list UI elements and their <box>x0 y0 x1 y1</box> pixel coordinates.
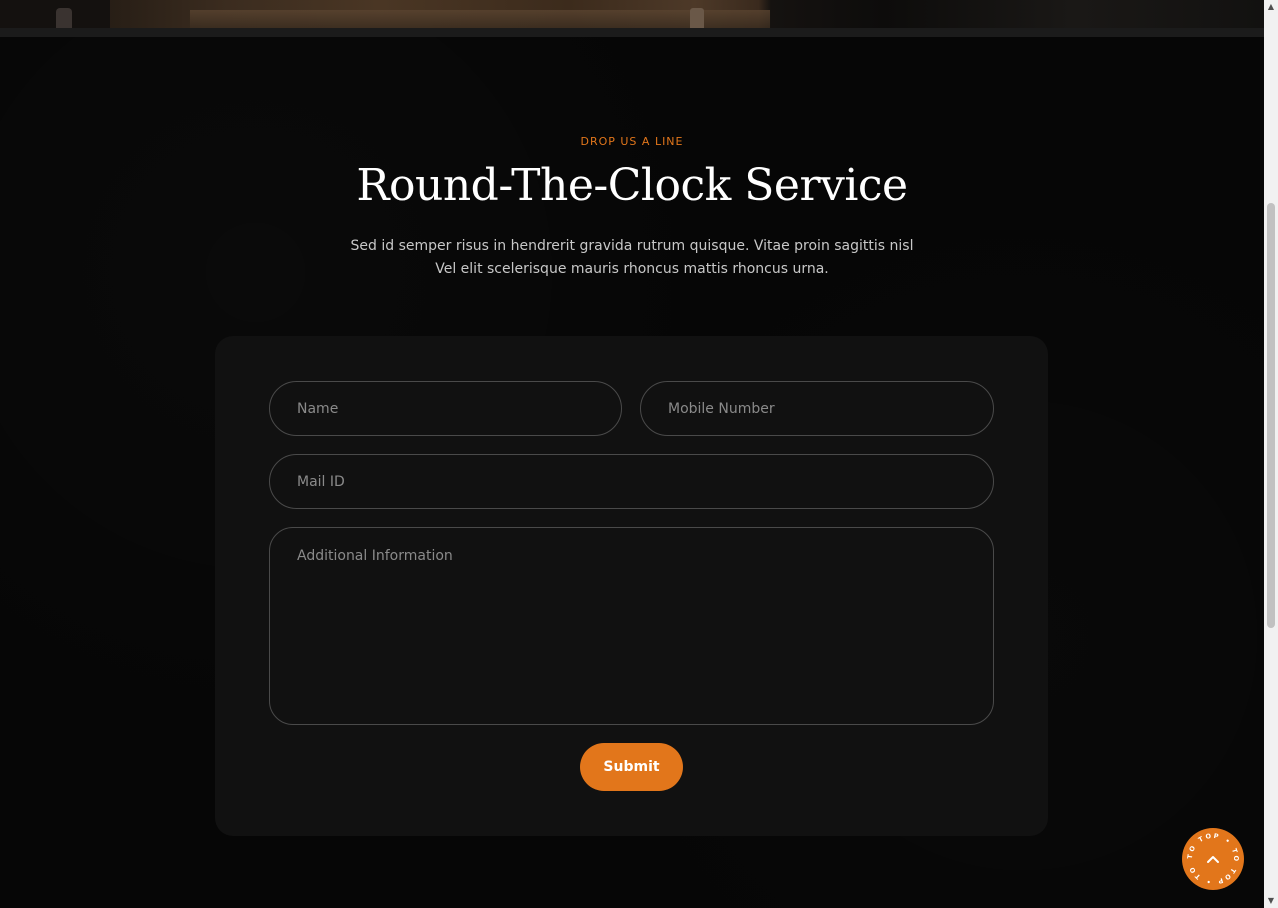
name-input[interactable] <box>269 381 622 436</box>
hero-image-strip <box>0 0 1264 28</box>
back-to-top-ring: TO TOP • TO TOP • TO TOP • <box>1182 828 1240 886</box>
section-divider <box>0 28 1264 37</box>
chevron-up-icon <box>1207 856 1219 863</box>
section-eyebrow: DROP US A LINE <box>580 135 684 148</box>
mobile-number-input[interactable] <box>640 381 994 436</box>
back-to-top-button[interactable]: TO TOP • TO TOP • TO TOP • <box>1182 828 1244 890</box>
scrollbar-thumb[interactable] <box>1267 203 1275 628</box>
back-to-top-ring-text: TO TOP • TO TOP • TO TOP • <box>1182 828 1238 886</box>
scroll-down-arrow-icon[interactable]: ▼ <box>1264 894 1278 908</box>
section-subtitle: Sed id semper risus in hendrerit gravida… <box>0 235 1264 281</box>
scroll-up-arrow-icon[interactable]: ▲ <box>1264 0 1278 14</box>
subtitle-line-1: Sed id semper risus in hendrerit gravida… <box>350 238 914 254</box>
additional-information-textarea[interactable] <box>269 527 994 725</box>
svg-text:TO TOP • TO TOP • TO TOP •: TO TOP • TO TOP • TO TOP • <box>1182 828 1240 886</box>
mail-id-input[interactable] <box>269 454 994 509</box>
submit-button[interactable]: Submit <box>580 743 683 791</box>
contact-form: Submit <box>215 336 1048 836</box>
page: DROP US A LINE Round-The-Clock Service S… <box>0 0 1278 908</box>
page-scrollbar[interactable]: ▲ ▼ <box>1264 0 1278 908</box>
section-title: Round-The-Clock Service <box>356 160 908 211</box>
subtitle-line-2: Vel elit scelerisque mauris rhoncus matt… <box>435 261 829 277</box>
